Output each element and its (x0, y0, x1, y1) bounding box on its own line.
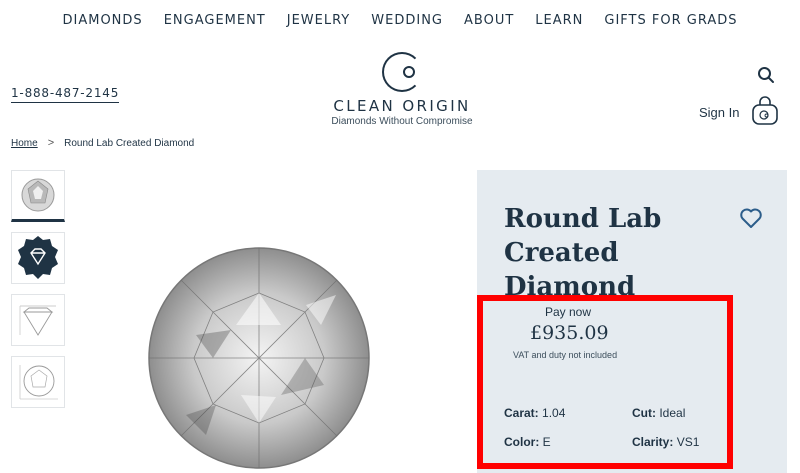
chevron-right-icon: > (47, 137, 55, 149)
logo[interactable]: CLEAN ORIGIN Diamonds Without Compromise (320, 52, 484, 127)
nav-item-gifts-for-grads[interactable]: GIFTS FOR GRADS (604, 13, 737, 28)
logo-name: CLEAN ORIGIN (333, 97, 471, 115)
product-price: £935.09 (530, 322, 609, 344)
nav-item-wedding[interactable]: WEDDING (371, 13, 443, 28)
spec-color-label: Color: (504, 435, 540, 449)
nav-item-learn[interactable]: LEARN (535, 13, 583, 28)
nav-item-engagement[interactable]: ENGAGEMENT (164, 13, 266, 28)
breadcrumb-home[interactable]: Home (11, 138, 38, 149)
thumbnail-certificate-badge[interactable] (11, 232, 65, 284)
breadcrumb-current: Round Lab Created Diamond (64, 137, 195, 149)
spec-color-value: E (542, 435, 551, 449)
search-icon[interactable] (757, 66, 775, 84)
spec-clarity: Clarity: VS1 (632, 435, 699, 449)
spec-cut-value: Ideal (659, 406, 686, 420)
logo-tagline: Diamonds Without Compromise (331, 116, 473, 127)
heart-icon[interactable] (739, 207, 763, 229)
main-nav: DIAMONDS ENGAGEMENT JEWELRY WEDDING ABOU… (0, 13, 800, 28)
spec-color: Color: E (504, 435, 551, 449)
spec-clarity-label: Clarity: (632, 435, 674, 449)
breadcrumb: Home > Round Lab Created Diamond (11, 137, 194, 149)
diamond-main-image (148, 247, 370, 469)
logo-mark-icon (382, 52, 422, 92)
spec-carat-label: Carat: (504, 406, 539, 420)
phone-link[interactable]: 1-888-487-2145 (11, 86, 120, 103)
product-title: Round Lab Created Diamond (504, 204, 662, 302)
thumbnail-top-view[interactable] (11, 356, 65, 408)
spec-carat: Carat: 1.04 (504, 406, 565, 420)
vat-note: VAT and duty not included (513, 350, 618, 360)
diamond-badge-icon (18, 236, 58, 279)
nav-item-jewelry[interactable]: JEWELRY (287, 13, 351, 28)
nav-item-diamonds[interactable]: DIAMONDS (63, 13, 143, 28)
thumbnail-side-profile[interactable] (11, 294, 65, 346)
spec-carat-value: 1.04 (542, 406, 566, 420)
pay-now-label: Pay now (545, 305, 592, 319)
sign-in-link[interactable]: Sign In (699, 105, 739, 120)
shopping-bag-icon[interactable] (751, 96, 779, 126)
nav-item-about[interactable]: ABOUT (464, 13, 514, 28)
spec-cut: Cut: Ideal (632, 406, 685, 420)
thumbnail-diamond-photo[interactable] (11, 170, 65, 222)
spec-clarity-value: VS1 (676, 435, 700, 449)
thumbnail-gallery (11, 170, 65, 418)
spec-cut-label: Cut: (632, 406, 656, 420)
